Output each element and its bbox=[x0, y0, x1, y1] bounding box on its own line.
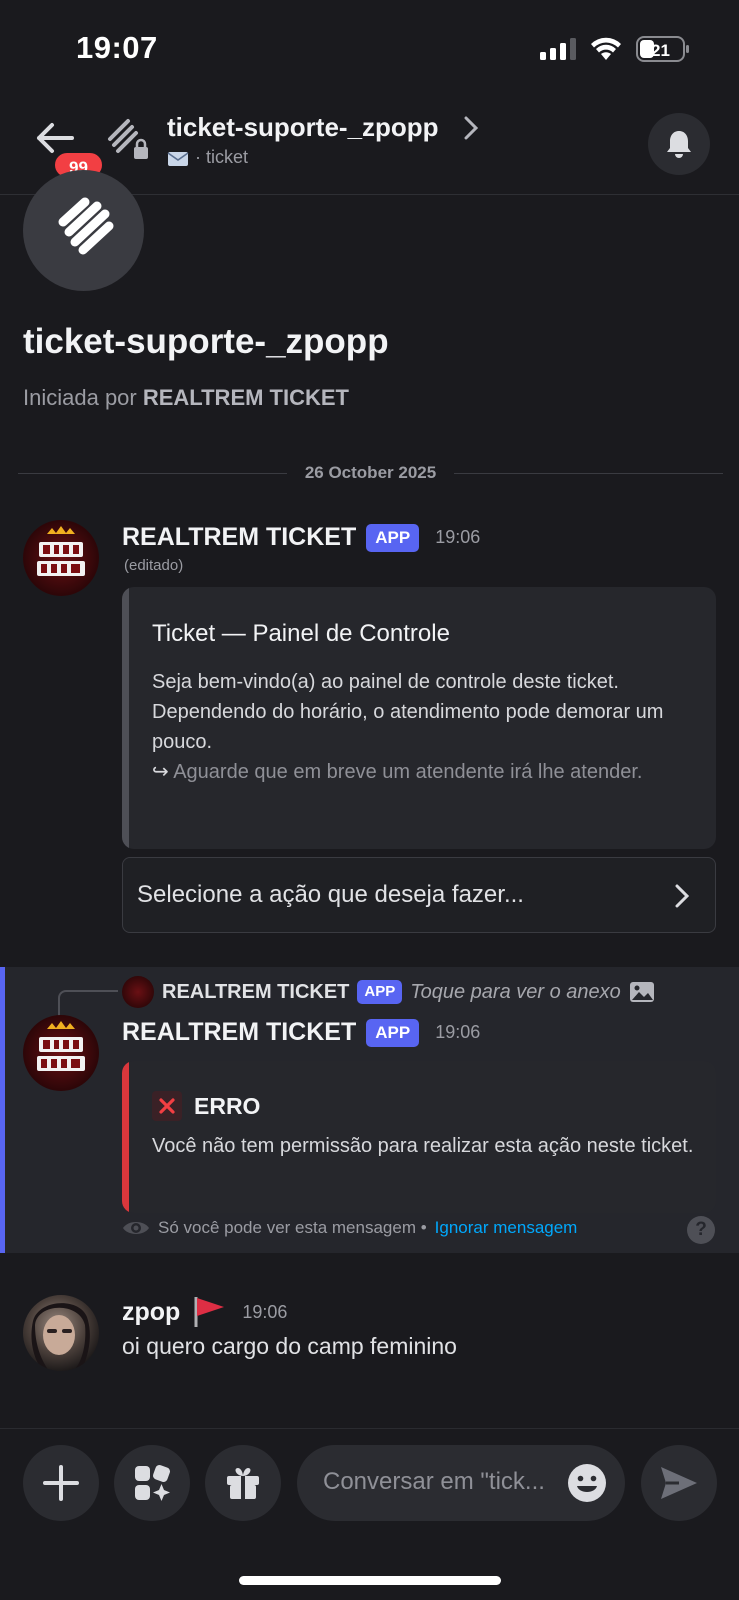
thread-started-by: Iniciada por REALTREM TICKET bbox=[23, 385, 349, 411]
reply-arrow-icon: ↪ bbox=[152, 761, 169, 783]
divider-line-left bbox=[18, 472, 287, 474]
reply-reference[interactable]: REALTREM TICKET APP Toque para ver o ane… bbox=[122, 976, 655, 1008]
error-title-text: ERRO bbox=[194, 1092, 261, 1119]
message-header: REALTREM TICKET APP 19:06 bbox=[122, 523, 480, 552]
user-photo-icon bbox=[31, 1303, 90, 1371]
action-select-menu[interactable]: Selecione a ação que deseja fazer... bbox=[122, 857, 716, 933]
reply-avatar bbox=[122, 976, 154, 1008]
cellular-signal-icon bbox=[540, 38, 576, 60]
timestamp: 19:06 bbox=[435, 1022, 481, 1042]
image-icon bbox=[629, 982, 654, 1002]
edited-label: (editado) bbox=[124, 557, 184, 574]
chevron-right-icon[interactable] bbox=[463, 115, 479, 141]
battery-level: 21 bbox=[651, 41, 670, 60]
apps-button[interactable] bbox=[114, 1445, 190, 1521]
embed-color-bar bbox=[122, 587, 129, 849]
only-you-text: Só você pode ver esta mensagem • bbox=[158, 1218, 427, 1237]
thread-stripes-icon bbox=[58, 197, 114, 255]
author-name[interactable]: REALTREM TICKET bbox=[122, 523, 356, 552]
date-divider: 26 October 2025 bbox=[18, 463, 724, 483]
message-header: zpop 19:06 bbox=[122, 1295, 287, 1329]
reply-connector bbox=[58, 990, 118, 1018]
timestamp: 19:06 bbox=[435, 527, 481, 547]
realtrem-logo-icon bbox=[37, 526, 85, 576]
private-thread-icon bbox=[108, 119, 148, 159]
embed-description-line1: Seja bem-vindo(a) ao painel de controle … bbox=[152, 671, 664, 753]
send-icon bbox=[661, 1467, 697, 1499]
started-by-label: Iniciada por bbox=[23, 385, 143, 410]
reply-author: REALTREM TICKET bbox=[162, 980, 350, 1003]
error-title: ERRO bbox=[152, 1091, 260, 1121]
author-name[interactable]: zpop bbox=[122, 1298, 180, 1327]
status-time: 19:07 bbox=[76, 30, 158, 65]
app-tag: APP bbox=[366, 1018, 420, 1047]
select-placeholder: Selecione a ação que deseja fazer... bbox=[137, 881, 524, 908]
help-icon[interactable]: ? bbox=[687, 1216, 715, 1244]
message-input[interactable]: Conversar em "tick... bbox=[297, 1445, 625, 1521]
started-by-name[interactable]: REALTREM TICKET bbox=[143, 385, 349, 410]
send-button[interactable] bbox=[641, 1445, 717, 1521]
date-label: 26 October 2025 bbox=[304, 463, 437, 482]
emoji-icon[interactable] bbox=[567, 1463, 607, 1503]
message-content: oi quero cargo do camp feminino bbox=[122, 1333, 457, 1359]
error-description: Você não tem permissão para realizar est… bbox=[152, 1135, 694, 1157]
timestamp: 19:06 bbox=[242, 1301, 288, 1322]
eye-icon bbox=[123, 1222, 149, 1234]
reply-preview-text: Toque para ver o anexo bbox=[410, 980, 621, 1003]
error-embed: ERRO Você não tem permissão para realiza… bbox=[122, 1061, 716, 1213]
message-header: REALTREM TICKET APP 19:06 bbox=[122, 1018, 480, 1047]
header-title[interactable]: ticket-suporte-_zpopp bbox=[167, 112, 439, 143]
embed-title: Ticket — Painel de Controle bbox=[152, 620, 450, 647]
embed-color-bar bbox=[122, 1061, 129, 1213]
thread-icon-large bbox=[23, 170, 144, 291]
embed-description: Seja bem-vindo(a) ao painel de controle … bbox=[152, 667, 692, 787]
app-tag: APP bbox=[366, 523, 420, 552]
ephemeral-notice: Só você pode ver esta mensagem • Ignorar… bbox=[122, 1218, 577, 1238]
discord-thread-screen: 19:07 21 99 ticket-suporte-_zpopp · tick… bbox=[0, 0, 739, 1600]
header-subtitle-text: · ticket bbox=[195, 147, 249, 167]
status-bar: 19:07 21 bbox=[0, 0, 739, 95]
red-flag-icon bbox=[194, 1297, 225, 1327]
chevron-right-icon bbox=[675, 884, 689, 908]
wifi-icon bbox=[591, 37, 621, 60]
embed-description-line2: Aguarde que em breve um atendente irá lh… bbox=[173, 761, 643, 783]
header-subtitle: · ticket bbox=[167, 147, 248, 168]
control-panel-embed: Ticket — Painel de Controle Seja bem-vin… bbox=[122, 587, 716, 849]
home-indicator bbox=[239, 1576, 501, 1585]
avatar[interactable] bbox=[23, 520, 99, 596]
gift-icon bbox=[227, 1468, 259, 1499]
thread-name: ticket-suporte-_zpopp bbox=[23, 322, 389, 361]
battery-icon: 21 bbox=[636, 36, 690, 62]
notification-bell-button[interactable] bbox=[648, 113, 710, 175]
message-input-placeholder: Conversar em "tick... bbox=[323, 1468, 545, 1495]
realtrem-logo-icon bbox=[37, 1021, 85, 1071]
bell-icon bbox=[667, 131, 691, 158]
add-attachment-button[interactable] bbox=[23, 1445, 99, 1521]
dismiss-message-link[interactable]: Ignorar mensagem bbox=[435, 1218, 578, 1238]
author-name[interactable]: REALTREM TICKET bbox=[122, 1018, 356, 1047]
red-x-icon bbox=[152, 1091, 182, 1121]
apps-icon bbox=[135, 1465, 170, 1501]
reply-app-tag: APP bbox=[357, 980, 403, 1004]
plus-icon bbox=[43, 1465, 79, 1501]
divider-line-right bbox=[454, 472, 724, 474]
avatar[interactable] bbox=[23, 1015, 99, 1091]
envelope-icon bbox=[167, 151, 189, 166]
avatar[interactable] bbox=[23, 1295, 99, 1371]
highlight-accent-bar bbox=[0, 967, 5, 1253]
gift-button[interactable] bbox=[205, 1445, 281, 1521]
